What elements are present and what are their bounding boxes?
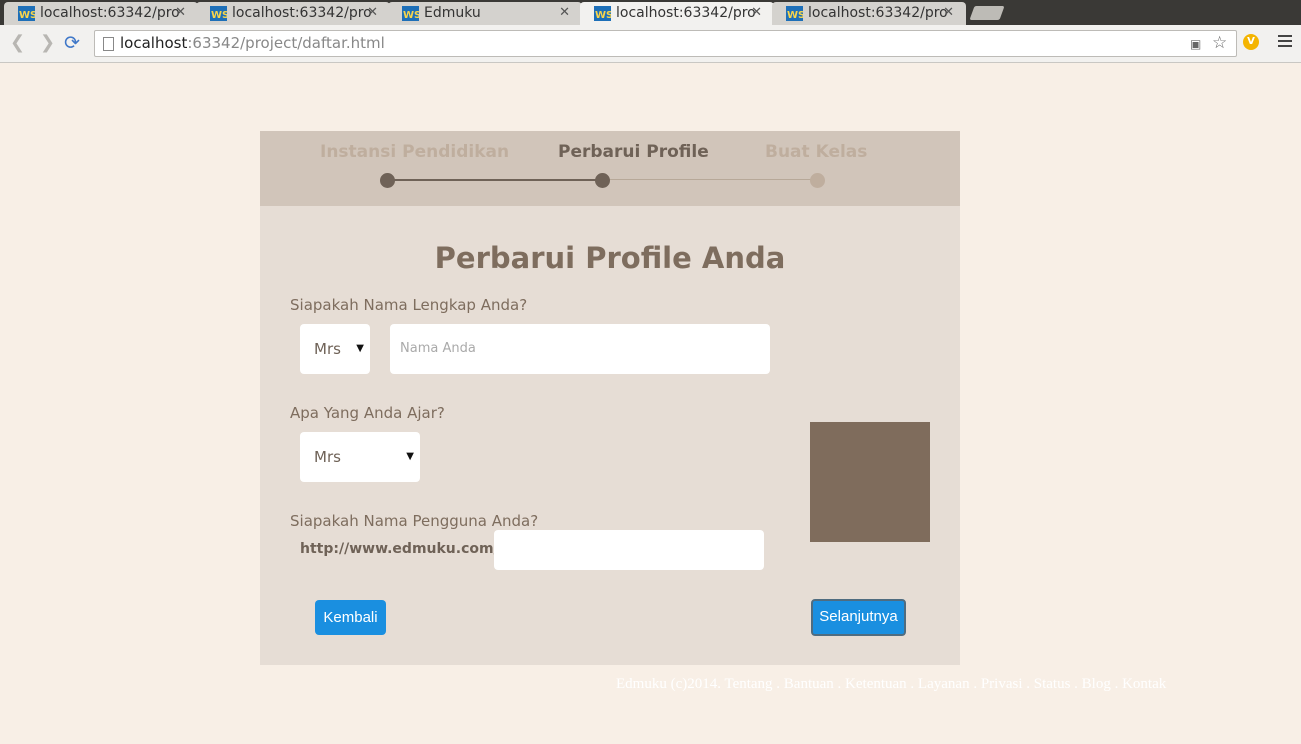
tab-title: localhost:63342/pro (616, 5, 756, 21)
step-dot-current (595, 173, 610, 188)
subject-select[interactable]: Mrs ▼ (300, 432, 420, 482)
footer-links[interactable]: Edmuku (c)2014. Tentang . Bantuan . Kete… (616, 676, 1166, 693)
webstorm-icon: WS (18, 6, 35, 21)
close-tab-icon[interactable]: ✕ (559, 2, 570, 24)
salutation-value: Mrs (314, 340, 341, 358)
svg-text:WS: WS (403, 10, 419, 21)
page-icon (103, 37, 114, 51)
browser-tab-active[interactable]: WS localhost:63342/pro ✕ (580, 2, 774, 25)
browser-toolbar: ❮ ❯ ⟳ localhost:63342/project/daftar.htm… (0, 25, 1301, 63)
url-host: localhost (120, 34, 188, 52)
subject-label: Apa Yang Anda Ajar? (290, 404, 445, 422)
url-text[interactable]: localhost:63342/project/daftar.html (120, 34, 385, 52)
star-icon[interactable]: ☆ (1212, 33, 1227, 53)
back-button[interactable]: Kembali (315, 600, 386, 635)
step-dot-done (380, 173, 395, 188)
tab-strip: WS localhost:63342/pro ✕ WS localhost:63… (0, 0, 1301, 25)
browser-tab[interactable]: WS Edmuku ✕ (388, 2, 582, 25)
close-tab-icon[interactable]: ✕ (175, 2, 186, 24)
step-dot-pending (810, 173, 825, 188)
username-label: Siapakah Nama Pengguna Anda? (290, 512, 539, 530)
menu-icon[interactable] (1278, 35, 1292, 50)
full-name-label: Siapakah Nama Lengkap Anda? (290, 296, 528, 314)
tab-title: localhost:63342/pro (232, 5, 372, 21)
step-label-profile[interactable]: Perbarui Profile (558, 142, 709, 162)
close-tab-icon[interactable]: ✕ (943, 2, 954, 24)
full-name-input[interactable]: Nama Anda (390, 324, 770, 374)
browser-tab[interactable]: WS localhost:63342/pro ✕ (772, 2, 966, 25)
browser-tab[interactable]: WS localhost:63342/pro ✕ (4, 2, 198, 25)
step-label-kelas[interactable]: Buat Kelas (765, 142, 867, 162)
translate-icon[interactable]: ▣ (1190, 37, 1201, 51)
tab-title: localhost:63342/pro (40, 5, 180, 21)
svg-text:WS: WS (595, 10, 611, 21)
address-bar[interactable]: localhost:63342/project/daftar.html ▣ ☆ (94, 30, 1237, 57)
webstorm-icon: WS (786, 6, 803, 21)
reload-icon[interactable]: ⟳ (64, 33, 80, 53)
url-path: :63342/project/daftar.html (187, 34, 385, 52)
form-title: Perbarui Profile Anda (434, 241, 786, 275)
next-button[interactable]: Selanjutnya (811, 599, 906, 636)
close-tab-icon[interactable]: ✕ (367, 2, 378, 24)
progress-track-pending (602, 179, 817, 180)
dropdown-arrow-icon: ▼ (406, 451, 414, 462)
new-tab-button[interactable] (969, 6, 1005, 20)
close-tab-icon[interactable]: ✕ (751, 2, 762, 24)
salutation-select[interactable]: Mrs ▼ (300, 324, 370, 374)
svg-text:WS: WS (19, 10, 35, 21)
subject-value: Mrs (314, 448, 341, 466)
webstorm-icon: WS (402, 6, 419, 21)
username-input[interactable] (494, 530, 764, 570)
progress-track-done (387, 179, 602, 181)
dropdown-arrow-icon: ▼ (356, 343, 364, 354)
forward-icon[interactable]: ❯ (40, 33, 55, 53)
extension-icon[interactable]: V (1243, 34, 1259, 50)
tab-title: localhost:63342/pro (808, 5, 948, 21)
profile-photo-placeholder[interactable] (810, 422, 930, 542)
tab-title: Edmuku (424, 5, 481, 21)
svg-text:WS: WS (211, 10, 227, 21)
back-icon[interactable]: ❮ (10, 33, 25, 53)
webstorm-icon: WS (594, 6, 611, 21)
progress-steps: Instansi Pendidikan Perbarui Profile Bua… (260, 131, 960, 206)
browser-tab[interactable]: WS localhost:63342/pro ✕ (196, 2, 390, 25)
webstorm-icon: WS (210, 6, 227, 21)
signup-card: Instansi Pendidikan Perbarui Profile Bua… (260, 131, 960, 665)
username-url-prefix: http://www.edmuku.com/ (300, 541, 499, 557)
svg-text:WS: WS (787, 10, 803, 21)
step-label-instansi[interactable]: Instansi Pendidikan (320, 142, 509, 162)
